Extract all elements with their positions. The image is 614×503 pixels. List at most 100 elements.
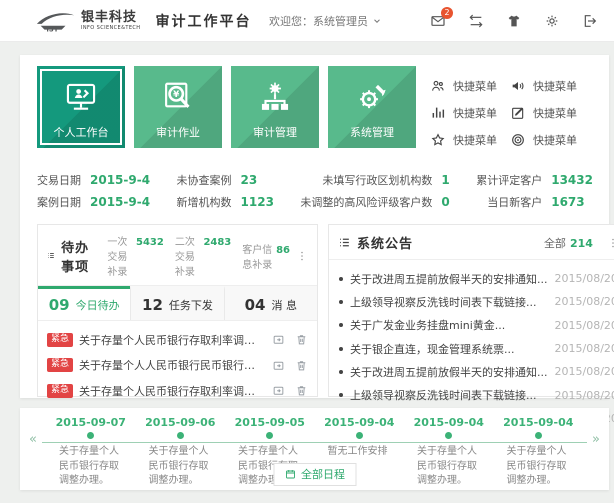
todo-item[interactable]: 紧急 关于存量个人人民币银行民币银行存取利率调整... <box>47 353 308 379</box>
welcome-label: 欢迎您：系统管理员 <box>269 13 368 29</box>
tile-label: 系统管理 <box>328 124 416 140</box>
quick-menu-label: 快捷菜单 <box>453 105 497 121</box>
tile-audit-job[interactable]: ¥ 审计作业 <box>134 66 222 148</box>
timeline-dot-icon <box>445 432 452 439</box>
quick-menu-3[interactable]: 快捷菜单 <box>430 105 510 121</box>
announcements-more-button[interactable] <box>607 237 614 249</box>
todo-tabs: 09 今日待办 12 任务下发 04 消 息 <box>38 286 317 321</box>
announcement-text: 上级领导视察反洗钱时间表下载链接... <box>350 387 548 403</box>
tab-count: 12 <box>142 296 163 314</box>
mail-button[interactable]: 2 <box>430 13 446 29</box>
delete-button[interactable] <box>295 333 308 346</box>
announcement-item[interactable]: 上级领导视察反洗钱时间表下载链接... 2015/08/20 <box>339 290 614 313</box>
timeline-text: 关于存量个人民币银行存取调整办理。 <box>46 445 136 489</box>
stat-value: 1 <box>441 173 449 187</box>
topbar-right: 欢迎您：系统管理员 2 <box>269 13 598 29</box>
todo-panel-title: 待办事项 <box>61 237 96 275</box>
tile-personal-workspace[interactable]: 个人工作台 <box>37 66 125 148</box>
gear-icon <box>544 13 560 29</box>
delete-button[interactable] <box>295 359 308 372</box>
topbar-icons: 2 <box>408 13 598 29</box>
list-icon <box>47 249 55 262</box>
timeline-dot-icon <box>266 432 273 439</box>
stat-label: 未调整的高风险评级客户数 <box>300 194 432 210</box>
counter-value: 2483 <box>203 237 231 248</box>
stat-value: 23 <box>241 173 274 187</box>
todo-item[interactable]: 紧急 关于存量个人民币银行存取利率调整... <box>47 327 308 353</box>
tile-audit-management[interactable]: 审计管理 <box>231 66 319 148</box>
theme-button[interactable] <box>506 13 522 29</box>
timeline-entry[interactable]: 2015-09-06 关于存量个人民币银行存取调整办理。 <box>136 416 226 489</box>
bullet-icon <box>339 277 343 281</box>
tab-messages[interactable]: 04 消 息 <box>224 286 317 320</box>
quick-menu-label: 快捷菜单 <box>453 78 497 94</box>
bullet-icon <box>339 300 343 304</box>
announcement-item[interactable]: 关于银企直连，现金管理系统票... 2015/08/20 <box>339 337 614 360</box>
all-label: 全部 <box>544 235 566 251</box>
bullet-icon <box>339 393 343 397</box>
quick-menu-5[interactable]: 快捷菜单 <box>430 132 510 148</box>
announcement-item[interactable]: 关于广发金业务挂盘mini黄金... 2015/08/20 <box>339 314 614 337</box>
quick-menu-6[interactable]: 快捷菜单 <box>510 132 590 148</box>
counter-label: 一次交易补录 <box>107 233 134 278</box>
ship-logo-icon: IST <box>34 9 76 33</box>
timeline-entry[interactable]: 2015-09-07 关于存量个人民币银行存取调整办理。 <box>46 416 136 489</box>
stat-label: 交易日期 <box>37 172 81 188</box>
timeline-entry[interactable]: 2015-09-04 关于存量个人民币银行存取调整办理。 <box>404 416 494 489</box>
timeline-date: 2015-09-04 <box>494 416 584 429</box>
quick-menu-label: 快捷菜单 <box>533 132 577 148</box>
settings-button[interactable] <box>544 13 560 29</box>
panels-row: 待办事项 一次交易补录 5432 二次交易补录 2483 客户信息补录 86 <box>37 224 599 397</box>
all-count: 214 <box>570 237 593 250</box>
todo-item-text: 关于存量个人人民币银行民币银行存取利率调整... <box>79 357 262 373</box>
todo-panel-header: 待办事项 一次交易补录 5432 二次交易补录 2483 客户信息补录 86 <box>38 225 317 286</box>
announcement-date: 2015/08/20 <box>555 272 614 285</box>
star-icon <box>430 132 446 148</box>
logout-button[interactable] <box>582 13 598 29</box>
counter-value: 5432 <box>136 237 164 248</box>
quick-menu-2[interactable]: 快捷菜单 <box>510 78 590 94</box>
announcement-item[interactable]: 关于改进周五提前放假半天的安排通知... 2015/08/20 <box>339 267 614 290</box>
stat-value: 0 <box>441 195 449 209</box>
tile-system-management[interactable]: 系统管理 <box>328 66 416 148</box>
delete-button[interactable] <box>295 384 308 397</box>
todo-item[interactable]: 紧急 关于存量个人民币银行存取利率调整... <box>47 378 308 404</box>
logo-mark: IST <box>46 25 58 32</box>
timeline-prev-button[interactable]: « <box>29 432 37 447</box>
swap-button[interactable] <box>468 13 484 29</box>
tab-task-dispatch[interactable]: 12 任务下发 <box>130 286 223 320</box>
tab-today-todo[interactable]: 09 今日待办 <box>38 286 130 320</box>
quick-menu-1[interactable]: 快捷菜单 <box>430 78 510 94</box>
stat-label: 未协查案例 <box>177 172 232 188</box>
logout-icon <box>582 13 598 29</box>
forward-icon <box>272 333 285 346</box>
schedule-timeline: « » 2015-09-07 关于存量个人民币银行存取调整办理。 2015-09… <box>20 408 609 490</box>
view-all-link[interactable]: 全部 214 <box>544 235 593 251</box>
people-icon <box>430 78 446 94</box>
timeline-date: 2015-09-07 <box>46 416 136 429</box>
user-menu[interactable]: 欢迎您：系统管理员 <box>269 13 382 29</box>
announcement-date: 2015/08/20 <box>555 295 614 308</box>
forward-button[interactable] <box>272 333 285 346</box>
tab-label: 今日待办 <box>76 297 120 313</box>
forward-button[interactable] <box>272 359 285 372</box>
all-schedule-button[interactable]: 全部日程 <box>273 463 356 486</box>
tab-label: 任务下发 <box>169 297 213 313</box>
todo-more-button[interactable] <box>296 250 308 262</box>
bullet-icon <box>339 370 343 374</box>
announcement-item[interactable]: 关于改进周五提前放假半天的安排通知... 2015/08/20 <box>339 360 614 383</box>
timeline-dot-icon <box>177 432 184 439</box>
tile-label: 个人工作台 <box>37 124 125 140</box>
timeline-next-button[interactable]: » <box>592 432 600 447</box>
quick-menu-4[interactable]: 快捷菜单 <box>510 105 590 121</box>
page-title: 审计工作平台 <box>155 11 251 31</box>
forward-icon <box>272 359 285 372</box>
stat-value: 1673 <box>551 195 593 209</box>
todo-item-text: 关于存量个人民币银行存取利率调整... <box>79 332 262 348</box>
stats-row: 交易日期 2015-9-4 案例日期 2015-9-4 未协查案例 23 新增机… <box>37 172 599 210</box>
forward-button[interactable] <box>272 384 285 397</box>
announcement-item[interactable]: 上级领导视察反洗钱时间表下载链接... 2015/08/20 <box>339 383 614 406</box>
company-name: 银丰科技 <box>81 11 140 24</box>
timeline-entry[interactable]: 2015-09-04 关于存量个人民币银行存取调整办理。 <box>494 416 584 489</box>
stat-label: 新增机构数 <box>177 194 232 210</box>
